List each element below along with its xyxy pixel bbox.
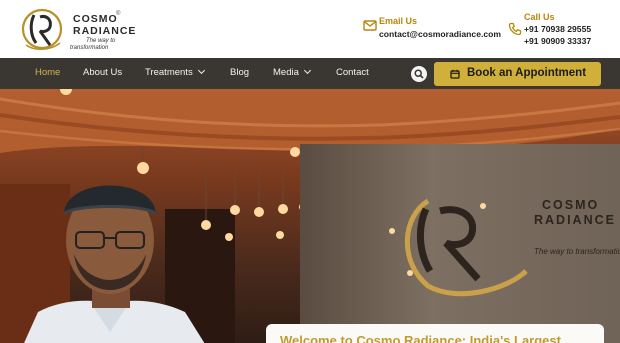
search-button[interactable] <box>411 66 427 82</box>
phone-number-2[interactable]: +91 90909 33337 <box>524 36 591 46</box>
calendar-icon <box>450 69 460 79</box>
book-appointment-label: Book an Appointment <box>467 67 587 79</box>
chevron-down-icon <box>303 66 311 75</box>
book-appointment-button[interactable]: Book an Appointment <box>434 62 601 86</box>
nav-item-home[interactable]: Home <box>35 67 60 78</box>
site-logo[interactable]: COSMO ® RADIANCE The way to transformati… <box>20 5 135 53</box>
welcome-card: Welcome to Cosmo Radiance: India's Large… <box>266 324 604 343</box>
logo-tagline-line2: transformation <box>70 45 109 51</box>
nav-item-about-us[interactable]: About Us <box>83 67 122 78</box>
wall-logo-line2: RADIANCE <box>534 213 616 227</box>
phone-icon <box>508 22 522 36</box>
hero-banner: COSMO RADIANCE The way to transformation… <box>0 89 620 343</box>
search-icon <box>414 69 424 79</box>
nav-item-contact[interactable]: Contact <box>336 67 369 78</box>
doctor-portrait <box>24 185 205 343</box>
logo-name-line2: RADIANCE <box>73 25 137 37</box>
wall-logo-tagline: The way to transformation <box>534 247 620 256</box>
wall-logo-mark-icon <box>389 198 528 297</box>
welcome-heading: Welcome to Cosmo Radiance: India's Large… <box>280 333 561 343</box>
phone-title: Call Us <box>524 12 555 22</box>
nav-item-treatments-label: Treatments <box>145 67 193 78</box>
logo-name-line1: COSMO <box>73 13 118 25</box>
top-bar: COSMO ® RADIANCE The way to transformati… <box>0 0 620 58</box>
chevron-down-icon <box>197 66 205 75</box>
logo-mark-icon <box>21 8 63 50</box>
wall-logo-line1: COSMO <box>542 198 600 212</box>
mail-icon <box>363 20 377 31</box>
nav-item-blog[interactable]: Blog <box>230 67 249 78</box>
nav-item-treatments[interactable]: Treatments <box>145 66 205 78</box>
logo-tagline-line1: The way to <box>86 38 116 44</box>
nav-item-media[interactable]: Media <box>273 66 311 78</box>
email-title: Email Us <box>379 16 418 26</box>
phone-number-1[interactable]: +91 70938 29555 <box>524 24 591 34</box>
email-address[interactable]: contact@cosmoradiance.com <box>379 29 501 39</box>
logo-registered-mark: ® <box>116 11 121 17</box>
nav-item-media-label: Media <box>273 67 299 78</box>
